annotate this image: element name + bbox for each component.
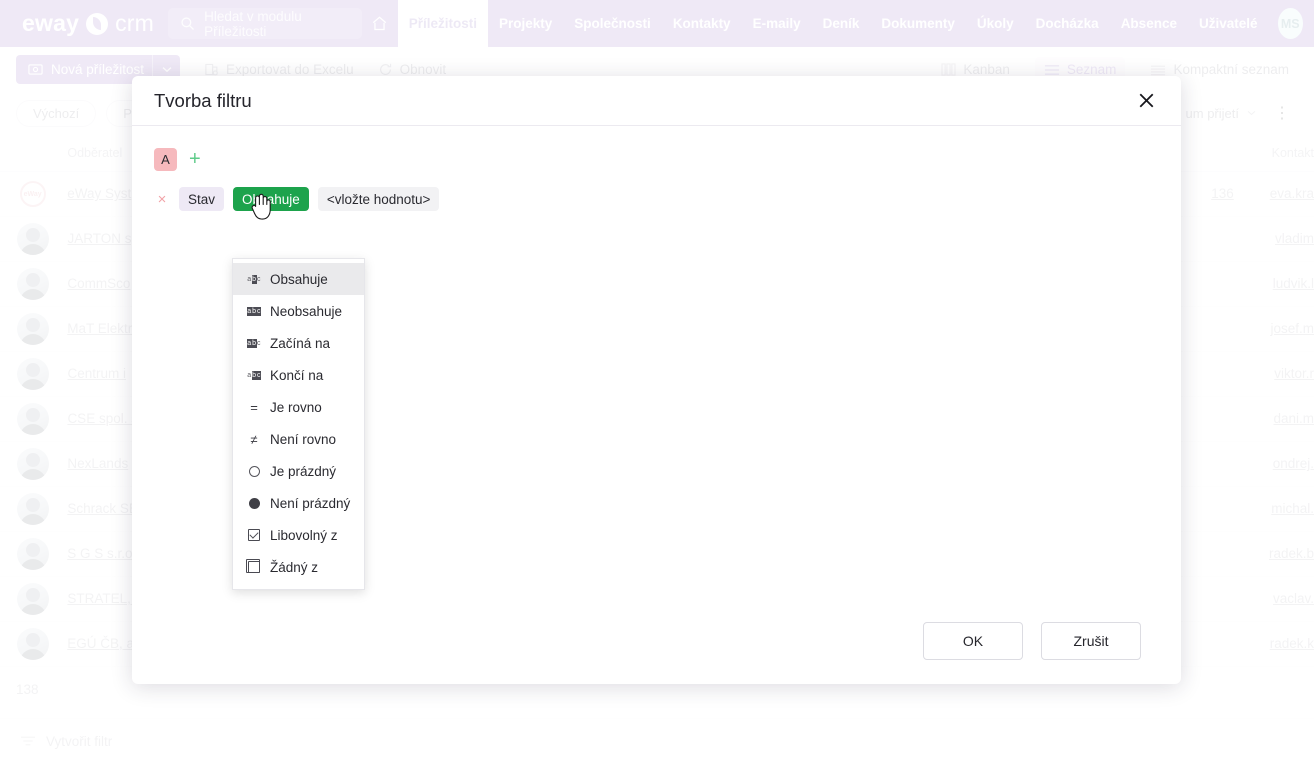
operator-option-zadny-z[interactable]: Žádný z bbox=[233, 551, 364, 583]
operator-option-label: Není prázdný bbox=[270, 495, 351, 511]
checked-box-icon bbox=[247, 528, 261, 542]
operator-option-label: Žádný z bbox=[270, 559, 319, 575]
dialog-body: A + × Stav Obsahuje <vložte hodnotu> abc… bbox=[132, 126, 1181, 610]
operator-option-obsahuje[interactable]: abc Obsahuje bbox=[233, 263, 364, 295]
group-badge-a[interactable]: A bbox=[154, 147, 177, 171]
close-icon[interactable]: × bbox=[154, 191, 170, 208]
operator-option-zacina-na[interactable]: abc Začíná na bbox=[233, 327, 364, 359]
cancel-button[interactable]: Zrušit bbox=[1041, 622, 1141, 660]
close-icon[interactable] bbox=[1133, 88, 1159, 114]
operator-option-je-prazdny[interactable]: Je prázdný bbox=[233, 455, 364, 487]
operator-option-je-rovno[interactable]: = Je rovno bbox=[233, 391, 364, 423]
operator-option-label: Není rovno bbox=[270, 431, 337, 447]
equals-glyph: = bbox=[250, 399, 258, 415]
abc-starts-with-icon: abc bbox=[246, 338, 261, 348]
pointing-hand-cursor bbox=[250, 193, 272, 226]
operator-option-label: Obsahuje bbox=[270, 271, 328, 287]
operator-option-label: Začíná na bbox=[270, 335, 331, 351]
empty-circle-icon bbox=[247, 464, 261, 478]
abc-ends-with-icon: abc bbox=[247, 370, 262, 380]
operator-option-neni-rovno[interactable]: ≠ Není rovno bbox=[233, 423, 364, 455]
condition-value-token[interactable]: <vložte hodnotu> bbox=[317, 187, 440, 211]
filled-circle-icon bbox=[247, 496, 261, 510]
operator-dropdown-menu: abc Obsahuje abc Neobsahuje abc Začíná n… bbox=[232, 258, 365, 590]
operator-option-label: Je rovno bbox=[270, 399, 322, 415]
operator-option-neobsahuje[interactable]: abc Neobsahuje bbox=[233, 295, 364, 327]
abc-contains-icon: abc bbox=[247, 274, 261, 284]
operator-option-label: Libovolný z bbox=[270, 527, 338, 543]
plus-icon[interactable]: + bbox=[189, 149, 201, 169]
condition-field-token[interactable]: Stav bbox=[179, 187, 225, 211]
operator-option-label: Neobsahuje bbox=[270, 303, 343, 319]
page-title: Tvorba filtru bbox=[154, 89, 252, 111]
not-equals-icon: ≠ bbox=[247, 432, 261, 446]
operator-option-label: Končí na bbox=[270, 367, 324, 383]
equals-icon: = bbox=[247, 400, 261, 414]
filter-group-header: A + bbox=[154, 146, 1159, 172]
operator-option-konci-na[interactable]: abc Končí na bbox=[233, 359, 364, 391]
not-equals-glyph: ≠ bbox=[250, 431, 258, 447]
filter-builder-dialog: Tvorba filtru A + × Stav Obsahuje <vložt… bbox=[132, 76, 1181, 684]
dialog-header: Tvorba filtru bbox=[132, 76, 1181, 126]
dialog-footer: OK Zrušit bbox=[132, 610, 1181, 684]
double-box-icon bbox=[246, 559, 261, 574]
application-window: eway crm Hledat v modulu Příležitosti Př… bbox=[0, 0, 1314, 763]
abc-not-contains-icon: abc bbox=[246, 306, 262, 316]
operator-option-label: Je prázdný bbox=[270, 463, 337, 479]
operator-option-libovolny-z[interactable]: Libovolný z bbox=[233, 519, 364, 551]
filter-condition-row: × Stav Obsahuje <vložte hodnotu> bbox=[154, 186, 1159, 212]
operator-option-neni-prazdny[interactable]: Není prázdný bbox=[233, 487, 364, 519]
ok-button[interactable]: OK bbox=[923, 622, 1023, 660]
